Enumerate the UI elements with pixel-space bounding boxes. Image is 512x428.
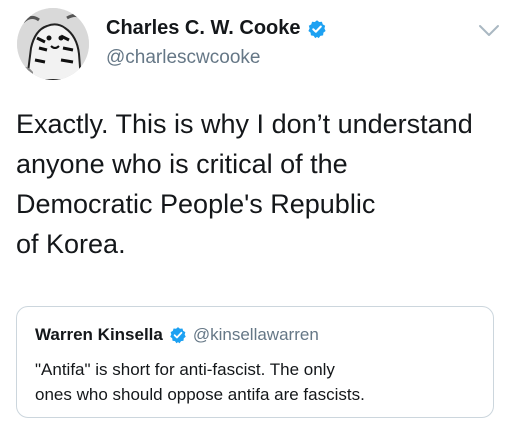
tweet-text: Exactly. This is why I don’t understand … (16, 104, 506, 264)
quoted-tweet-text: "Antifa" is short for anti-fascist. The … (35, 357, 483, 407)
tweet-card: Charles C. W. Cooke @charlescwcooke Exac… (0, 0, 512, 428)
author-avatar[interactable] (17, 8, 89, 80)
author-name-text[interactable]: Charles C. W. Cooke (106, 17, 301, 40)
verified-badge-icon (170, 327, 186, 344)
avatar-tiger-image (17, 8, 89, 80)
tweet-text-line: anyone who is critical of the (16, 149, 348, 179)
quoted-author-name[interactable]: Warren Kinsella (35, 325, 163, 345)
tweet-text-line: Exactly. This is why I don’t understand (16, 109, 473, 139)
chevron-down-icon[interactable] (478, 24, 500, 38)
quoted-tweet-line: ones who should oppose antifa are fascis… (35, 385, 365, 404)
quoted-author-handle[interactable]: @kinsellawarren (193, 325, 319, 345)
verified-badge-icon (307, 19, 326, 38)
tweet-text-line: of Korea. (16, 229, 126, 259)
quoted-tweet-line: "Antifa" is short for anti-fascist. The … (35, 360, 335, 379)
quoted-tweet-header: Warren Kinsella @kinsellawarren (35, 325, 319, 345)
author-handle[interactable]: @charlescwcooke (106, 47, 260, 69)
author-name[interactable]: Charles C. W. Cooke (106, 17, 327, 40)
quoted-tweet[interactable]: Warren Kinsella @kinsellawarren "Antifa"… (16, 306, 494, 418)
tweet-text-line: Democratic People's Republic (16, 189, 376, 219)
